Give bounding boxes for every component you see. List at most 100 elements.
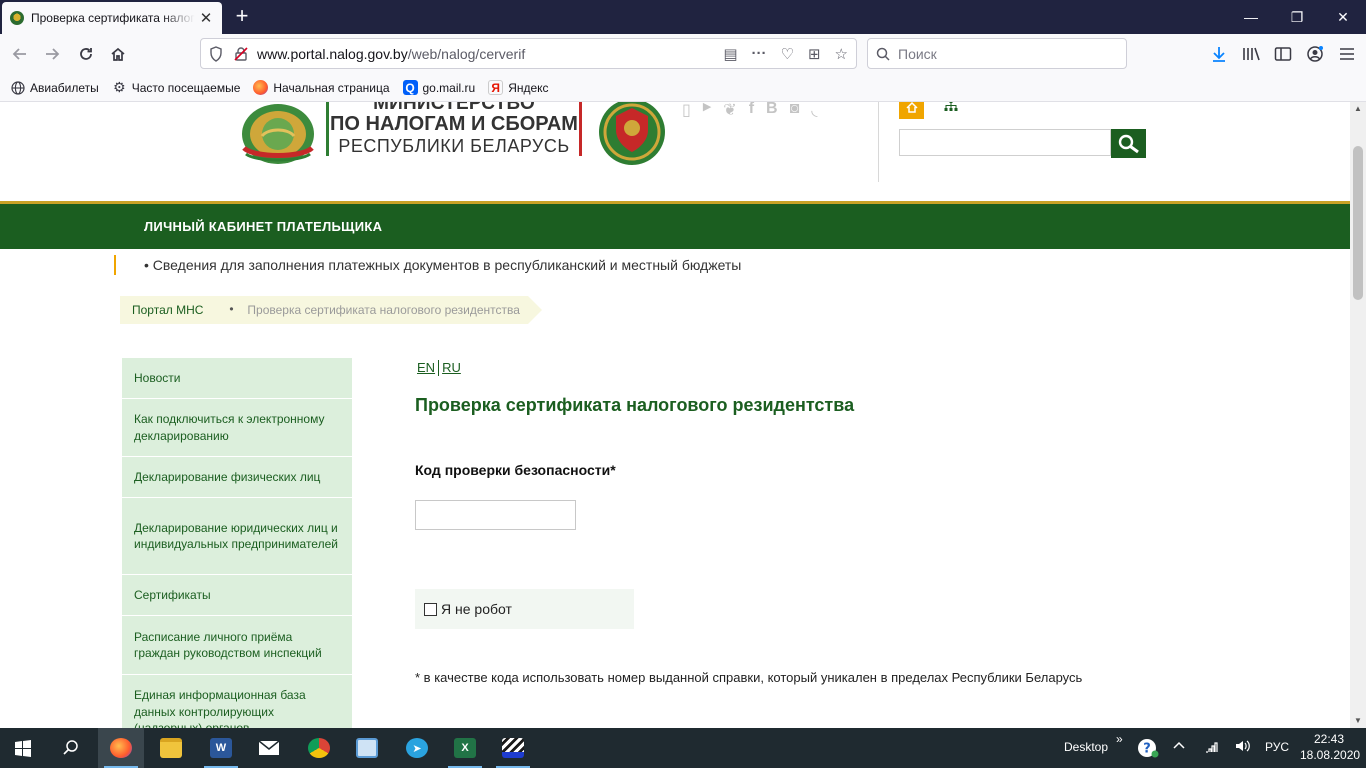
bookmark-go-mail[interactable]: Q go.mail.ru xyxy=(402,80,475,95)
youtube-icon[interactable]: ▶ xyxy=(703,102,711,120)
bookmark-aviabilety[interactable]: Авиабилеты xyxy=(10,80,99,95)
taskbar-app-striped[interactable] xyxy=(490,728,536,768)
page-scrollbar[interactable]: ▲ ▼ xyxy=(1350,102,1366,728)
back-arrow-icon xyxy=(12,48,26,60)
svg-text:?: ? xyxy=(1143,742,1151,757)
clock-time: 22:43 xyxy=(1313,732,1345,746)
desktop-toolbar-label[interactable]: Desktop xyxy=(1064,740,1108,754)
taskbar-excel[interactable]: X xyxy=(442,728,488,768)
browser-search-bar[interactable]: Поиск xyxy=(867,38,1127,69)
firefox-icon xyxy=(110,738,132,758)
tray-chevron-up-icon[interactable] xyxy=(1172,738,1186,755)
site-search-button[interactable] xyxy=(1111,129,1146,158)
back-button[interactable] xyxy=(6,40,34,68)
search-placeholder: Поиск xyxy=(898,45,937,62)
search-icon xyxy=(63,740,78,755)
taskbar-search-button[interactable] xyxy=(48,728,94,768)
taskbar-firefox[interactable] xyxy=(98,728,144,768)
breadcrumb: Портал МНС • Проверка сертификата налого… xyxy=(120,296,542,324)
system-clock[interactable]: 22:43 18.08.2020 xyxy=(1300,731,1360,763)
browser-tab-active[interactable]: Проверка сертификата налоговог ✕ xyxy=(2,2,222,34)
menu-hamburger-icon[interactable] xyxy=(1336,40,1358,68)
site-home-button[interactable] xyxy=(899,102,924,119)
volume-icon[interactable] xyxy=(1234,738,1252,757)
forward-arrow-icon xyxy=(46,48,60,60)
help-icon[interactable]: ? xyxy=(1137,737,1159,762)
taskbar-remote-app[interactable] xyxy=(344,728,390,768)
search-icon: Q xyxy=(402,80,418,95)
breadcrumb-home-link[interactable]: Портал МНС xyxy=(120,296,216,324)
sidebar-item-inspection-database[interactable]: Единая информационная база данных контро… xyxy=(122,675,352,728)
mail-icon xyxy=(258,740,280,755)
recaptcha-widget: Я не робот xyxy=(415,589,634,629)
facebook-icon[interactable]: f xyxy=(749,102,754,120)
yandex-icon: Я xyxy=(488,80,504,95)
shield-icon[interactable] xyxy=(209,45,223,62)
chrome-icon xyxy=(308,738,330,758)
sidebar-toggle-icon[interactable] xyxy=(1272,40,1294,68)
rss-icon[interactable]: ◟ xyxy=(811,102,817,120)
close-tab-icon[interactable]: ✕ xyxy=(198,9,214,27)
taskbar-word[interactable]: W xyxy=(198,728,244,768)
security-code-label: Код проверки безопасности* xyxy=(415,462,616,478)
minimize-button[interactable]: — xyxy=(1228,0,1274,34)
lang-separator xyxy=(438,360,440,376)
telegram-icon: ➤ xyxy=(406,738,428,758)
restore-button[interactable]: ❐ xyxy=(1274,0,1320,34)
network-icon[interactable] xyxy=(1204,738,1220,757)
taskbar-chrome[interactable] xyxy=(296,728,342,768)
reader-view-icon[interactable]: ▤ xyxy=(723,45,737,63)
reload-button[interactable] xyxy=(72,40,100,68)
downloads-icon[interactable] xyxy=(1208,40,1230,68)
ministry-title: МИНИСТЕРСТВО ПО НАЛОГАМ И СБОРАМ РЕСПУБЛ… xyxy=(326,102,582,156)
url-bar[interactable]: www.portal.nalog.gov.by/web/nalog/cerver… xyxy=(200,38,857,69)
bookmark-start-page[interactable]: Начальная страница xyxy=(253,80,390,95)
sitemap-icon[interactable] xyxy=(944,102,958,114)
sidebar-item-individuals[interactable]: Декларирование физических лиц xyxy=(122,457,352,498)
new-tab-button[interactable]: + xyxy=(230,4,254,28)
scroll-down-arrow-icon[interactable]: ▼ xyxy=(1350,714,1366,728)
recaptcha-checkbox[interactable] xyxy=(424,602,437,616)
lang-en-link[interactable]: EN xyxy=(417,360,435,376)
bookmark-yandex[interactable]: Я Яндекс xyxy=(488,80,549,95)
mobile-icon[interactable]: ▯ xyxy=(682,102,691,120)
bookmarks-toolbar: Авиабилеты ⚙ Часто посещаемые Начальная … xyxy=(0,74,1366,102)
taxpayer-cabinet-link[interactable]: ЛИЧНЫЙ КАБИНЕТ ПЛАТЕЛЬЩИКА xyxy=(144,219,382,234)
code-footnote: * в качестве кода использовать номер выд… xyxy=(415,670,1083,685)
sidebar-item-e-declaration[interactable]: Как подключиться к электронному декларир… xyxy=(122,399,352,457)
scroll-up-arrow-icon[interactable]: ▲ xyxy=(1350,102,1366,116)
sidebar-item-reception-schedule[interactable]: Расписание личного приёма граждан руково… xyxy=(122,616,352,675)
forward-button[interactable] xyxy=(38,40,66,68)
insecure-lock-icon[interactable] xyxy=(233,46,249,62)
url-text[interactable]: www.portal.nalog.gov.by/web/nalog/cerver… xyxy=(257,46,525,62)
close-window-button[interactable]: ✕ xyxy=(1320,0,1366,34)
account-icon[interactable] xyxy=(1304,40,1326,68)
striped-app-icon xyxy=(502,738,524,758)
page-actions-icon[interactable]: ··· xyxy=(752,45,767,62)
site-search-input[interactable] xyxy=(899,129,1111,156)
scroll-thumb[interactable] xyxy=(1353,146,1363,300)
sidebar-item-certificates[interactable]: Сертификаты xyxy=(122,575,352,616)
browser-tab-bar: Проверка сертификата налоговог ✕ + — ❐ ✕ xyxy=(0,0,1366,34)
sidebar-item-legal-entities[interactable]: Декларирование юридических лиц и индивид… xyxy=(122,498,352,575)
lang-ru-link[interactable]: RU xyxy=(442,360,461,376)
bookmark-star-icon[interactable]: ☆ xyxy=(835,45,848,63)
news-ticker[interactable]: • Сведения для заполнения платежных доку… xyxy=(114,255,741,275)
taskbar-file-explorer[interactable] xyxy=(148,728,194,768)
library-icon[interactable] xyxy=(1240,40,1262,68)
taskbar-telegram[interactable]: ➤ xyxy=(394,728,440,768)
sidebar-item-news[interactable]: Новости xyxy=(122,358,352,399)
bookmark-most-visited[interactable]: ⚙ Часто посещаемые xyxy=(112,79,240,95)
toolbar-chevron-icon[interactable]: » xyxy=(1116,732,1123,746)
screenshot-icon[interactable]: ⊞ xyxy=(808,45,821,63)
vk-icon[interactable]: B xyxy=(766,102,778,120)
security-code-input[interactable] xyxy=(415,500,576,530)
start-button[interactable] xyxy=(0,728,46,768)
pocket-icon[interactable]: ♡ xyxy=(781,45,794,63)
home-button[interactable] xyxy=(104,40,132,68)
recaptcha-label: Я не робот xyxy=(441,601,512,617)
instagram-icon[interactable]: ◙ xyxy=(790,102,800,120)
taskbar-mail[interactable] xyxy=(246,728,292,768)
input-language-indicator[interactable]: РУС xyxy=(1265,740,1289,754)
twitter-icon[interactable]: ❦ xyxy=(723,102,736,120)
